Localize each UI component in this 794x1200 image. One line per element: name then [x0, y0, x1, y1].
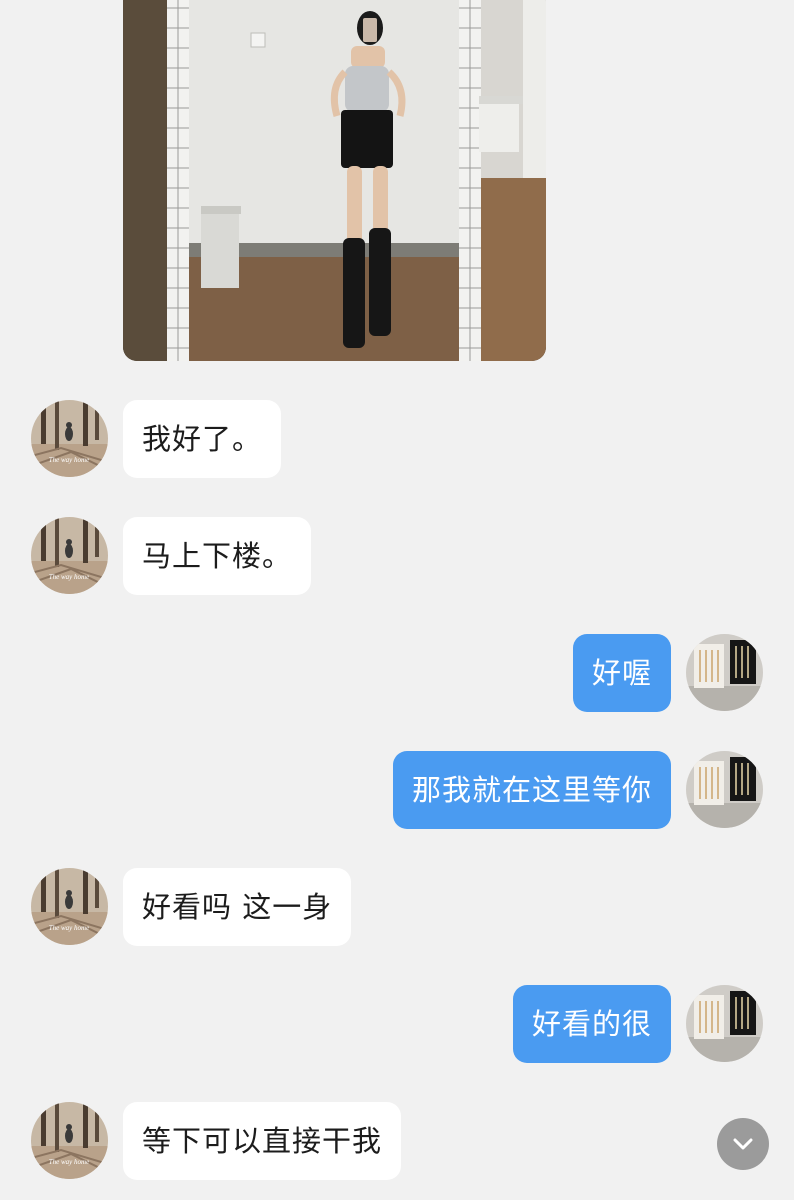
message-text: 那我就在这里等你 — [411, 773, 652, 807]
message-bubble-outgoing[interactable]: 好看的很 — [512, 985, 671, 1063]
my-avatar[interactable] — [686, 751, 763, 828]
message-text: 马上下楼。 — [142, 539, 293, 573]
message-text: 好看吗 这一身 — [142, 890, 333, 924]
contact-avatar-image: The way home — [31, 517, 108, 594]
message-text: 好喔 — [591, 656, 652, 690]
avatar-caption: The way home — [49, 1158, 89, 1166]
message-bubble-outgoing[interactable]: 好喔 — [572, 634, 671, 712]
scroll-to-bottom-button[interactable] — [717, 1118, 769, 1170]
avatar-caption: The way home — [49, 924, 89, 932]
contact-avatar-image: The way home — [31, 1102, 108, 1179]
avatar-caption: The way home — [49, 573, 89, 581]
message-bubble-incoming[interactable]: 马上下楼。 — [123, 517, 312, 595]
contact-avatar[interactable]: The way home — [31, 400, 108, 477]
message-text: 等下可以直接干我 — [142, 1124, 383, 1158]
contact-avatar[interactable]: The way home — [31, 868, 108, 945]
contact-avatar-image: The way home — [31, 400, 108, 477]
message-bubble-incoming[interactable]: 好看吗 这一身 — [123, 868, 352, 946]
my-avatar[interactable] — [686, 985, 763, 1062]
contact-avatar-image: The way home — [31, 868, 108, 945]
message-text: 好看的很 — [531, 1007, 652, 1041]
message-text: 我好了。 — [142, 422, 263, 456]
my-avatar[interactable] — [686, 634, 763, 711]
my-avatar-image — [686, 751, 763, 828]
avatar-caption: The way home — [49, 456, 89, 464]
my-avatar-image — [686, 985, 763, 1062]
my-avatar-image — [686, 634, 763, 711]
chevron-down-icon — [733, 1138, 753, 1150]
mirror-selfie-photo — [123, 0, 546, 361]
image-message[interactable] — [123, 0, 546, 361]
contact-avatar[interactable]: The way home — [31, 1102, 108, 1179]
message-bubble-outgoing[interactable]: 那我就在这里等你 — [392, 751, 671, 829]
message-bubble-incoming[interactable]: 等下可以直接干我 — [123, 1102, 402, 1180]
message-bubble-incoming[interactable]: 我好了。 — [123, 400, 282, 478]
contact-avatar[interactable]: The way home — [31, 517, 108, 594]
